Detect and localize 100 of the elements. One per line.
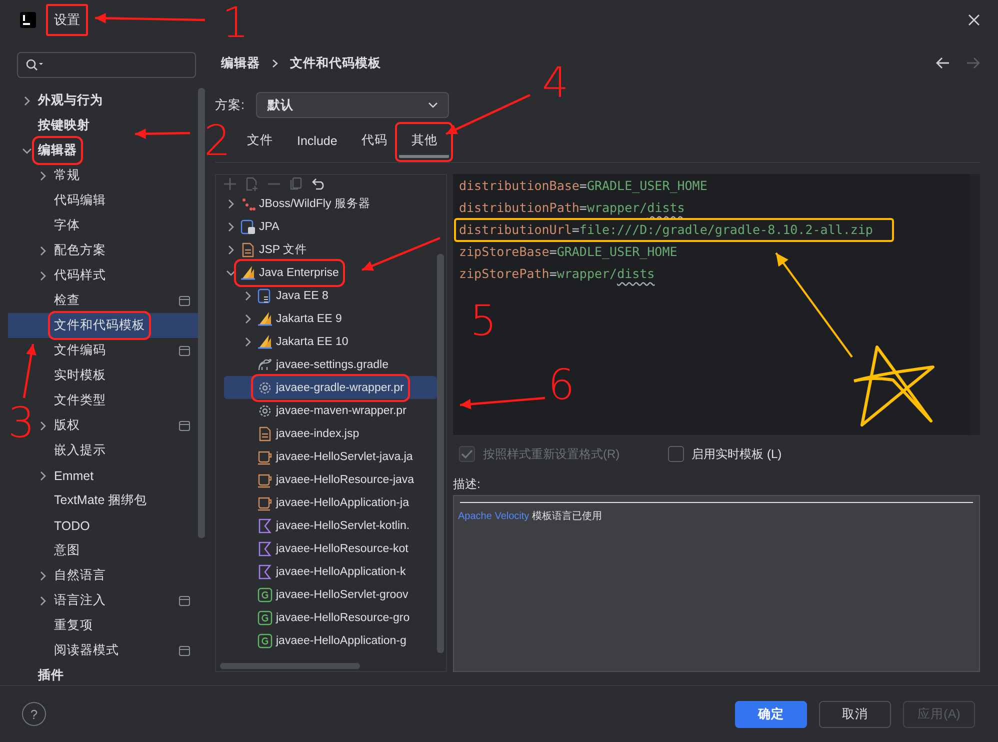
chevron-icon: [38, 246, 48, 256]
search-icon: [26, 59, 44, 71]
gear-icon: [257, 380, 273, 396]
sidebar-item[interactable]: 自然语言: [38, 563, 198, 588]
scheme-dropdown[interactable]: 默认: [256, 92, 450, 118]
template-item[interactable]: JBoss/WildFly 服务器: [216, 192, 437, 215]
chevron-icon: [226, 268, 236, 278]
sidebar-item[interactable]: 配色方案: [38, 238, 198, 263]
description-text: Apache Velocity 模板语言已使用: [458, 510, 603, 523]
template-item[interactable]: javaee-HelloResource-gro: [216, 606, 437, 629]
tab[interactable]: Include: [285, 126, 350, 158]
code-line: distributionUrl=file:///D:/gradle/gradle-8.10.2-all.zip: [455, 219, 893, 241]
sidebar-item[interactable]: 代码样式: [38, 263, 198, 288]
scheme-label: 方案:: [215, 96, 244, 114]
undo-icon[interactable]: [312, 178, 326, 190]
sidebar-item[interactable]: 代码编辑: [38, 188, 198, 213]
breadcrumb-item[interactable]: 编辑器: [221, 54, 260, 72]
sidebar-item[interactable]: 编辑器: [22, 138, 198, 163]
option-label: 按照样式重新设置格式(R): [483, 446, 620, 462]
template-item[interactable]: JPA: [216, 215, 437, 238]
help-button[interactable]: ?: [22, 702, 46, 726]
window-icon: [179, 346, 190, 356]
checkbox[interactable]: [668, 446, 684, 462]
sidebar-item[interactable]: TextMate 捆绑包: [38, 488, 198, 513]
tab[interactable]: 代码: [349, 126, 400, 158]
template-item[interactable]: javaee-HelloServlet-kotlin.: [216, 514, 437, 537]
template-item[interactable]: javaee-HelloApplication-k: [216, 560, 437, 583]
sidebar-item[interactable]: 阅读器模式: [38, 638, 198, 663]
copy-icon[interactable]: [290, 177, 302, 190]
code-line: zipStorePath=wrapper/dists: [458, 265, 656, 283]
template-item[interactable]: javaee-HelloApplication-g: [216, 629, 437, 652]
chevron-icon: [22, 146, 32, 156]
code-line: distributionBase=GRADLE_USER_HOME: [458, 177, 708, 195]
sidebar-item[interactable]: TODO: [38, 513, 198, 538]
chevron-icon: [226, 244, 236, 254]
sidebar-item[interactable]: 文件编码: [38, 338, 198, 363]
template-item[interactable]: javaee-HelloApplication-ja: [216, 491, 437, 514]
scrollbar[interactable]: [220, 663, 360, 669]
handwritten-number: 5: [470, 300, 497, 342]
chevron-icon: [243, 314, 253, 324]
template-item[interactable]: javaee-settings.gradle: [216, 353, 437, 376]
sidebar-item[interactable]: 常规: [38, 163, 198, 188]
sidebar-item[interactable]: 字体: [38, 213, 198, 238]
template-item[interactable]: javaee-HelloResource-kot: [216, 537, 437, 560]
checkmark-icon: [461, 449, 473, 459]
cup-icon: [257, 494, 273, 510]
sidebar-item[interactable]: 嵌入提示: [38, 438, 198, 463]
template-item[interactable]: Java Enterprise: [216, 261, 437, 284]
sidebar-item[interactable]: 文件类型: [38, 388, 198, 413]
template-item[interactable]: javaee-maven-wrapper.pr: [216, 399, 437, 422]
sidebar-item[interactable]: 插件: [22, 663, 198, 688]
sidebar-item[interactable]: 外观与行为: [22, 88, 198, 113]
template-item[interactable]: JSP 文件: [216, 238, 437, 261]
sidebar-item[interactable]: 意图: [38, 538, 198, 563]
chevron-icon: [38, 420, 48, 430]
sail-icon: [240, 264, 256, 280]
search-field[interactable]: [17, 52, 196, 78]
sidebar-item[interactable]: 语言注入: [38, 588, 198, 613]
sidebar-item[interactable]: Emmet: [38, 463, 198, 488]
template-item[interactable]: javaee-index.jsp: [216, 422, 437, 445]
tab[interactable]: 文件: [235, 126, 285, 158]
template-item[interactable]: javaee-HelloResource-java: [216, 468, 437, 491]
sidebar-item[interactable]: 检查: [38, 288, 198, 313]
template-item[interactable]: javaee-HelloServlet-groov: [216, 583, 437, 606]
sidebar-item[interactable]: 实时模板: [38, 363, 198, 388]
handwritten-number: 3: [8, 402, 35, 444]
sidebar-item[interactable]: 版权: [38, 413, 198, 438]
chevron-icon: [38, 270, 48, 280]
app-icon: [20, 12, 36, 28]
option-label: 启用实时模板 (L): [692, 446, 782, 462]
file-icon: [257, 426, 273, 442]
breadcrumb-item[interactable]: 文件和代码模板: [290, 54, 381, 72]
template-item[interactable]: Java EE 8: [216, 284, 437, 307]
chevron-icon: [38, 596, 48, 606]
template-item[interactable]: Jakarta EE 9: [216, 307, 437, 330]
kotlin-icon: [257, 518, 273, 534]
close-icon[interactable]: [968, 14, 980, 26]
template-item[interactable]: javaee-HelloServlet-java.ja: [216, 445, 437, 468]
chevron-icon: [243, 290, 253, 300]
dialog-button[interactable]: 确定: [735, 700, 807, 728]
window-icon: [179, 646, 190, 656]
chevron-icon: [272, 58, 278, 68]
chevron-icon: [226, 222, 236, 232]
template-item[interactable]: Jakarta EE 10: [216, 330, 437, 353]
forward-arrow-icon[interactable]: [966, 57, 980, 69]
window-title: 设置: [46, 4, 88, 36]
back-arrow-icon[interactable]: [936, 57, 950, 69]
description-label: 描述:: [453, 476, 482, 492]
dialog-button[interactable]: 取消: [819, 700, 891, 728]
chevron-icon: [22, 96, 32, 106]
chevron-icon: [243, 336, 253, 346]
scrollbar[interactable]: [198, 88, 205, 538]
sidebar-item[interactable]: 按键映射: [22, 113, 198, 138]
scrollbar[interactable]: [437, 254, 444, 653]
new-file-icon[interactable]: [246, 176, 258, 190]
sidebar-item[interactable]: 重复项: [38, 613, 198, 638]
handwritten-number: 1: [222, 2, 249, 44]
sidebar-item[interactable]: 文件和代码模板: [8, 313, 198, 338]
add-icon[interactable]: [224, 178, 236, 190]
template-item[interactable]: javaee-gradle-wrapper.pr: [224, 376, 437, 399]
